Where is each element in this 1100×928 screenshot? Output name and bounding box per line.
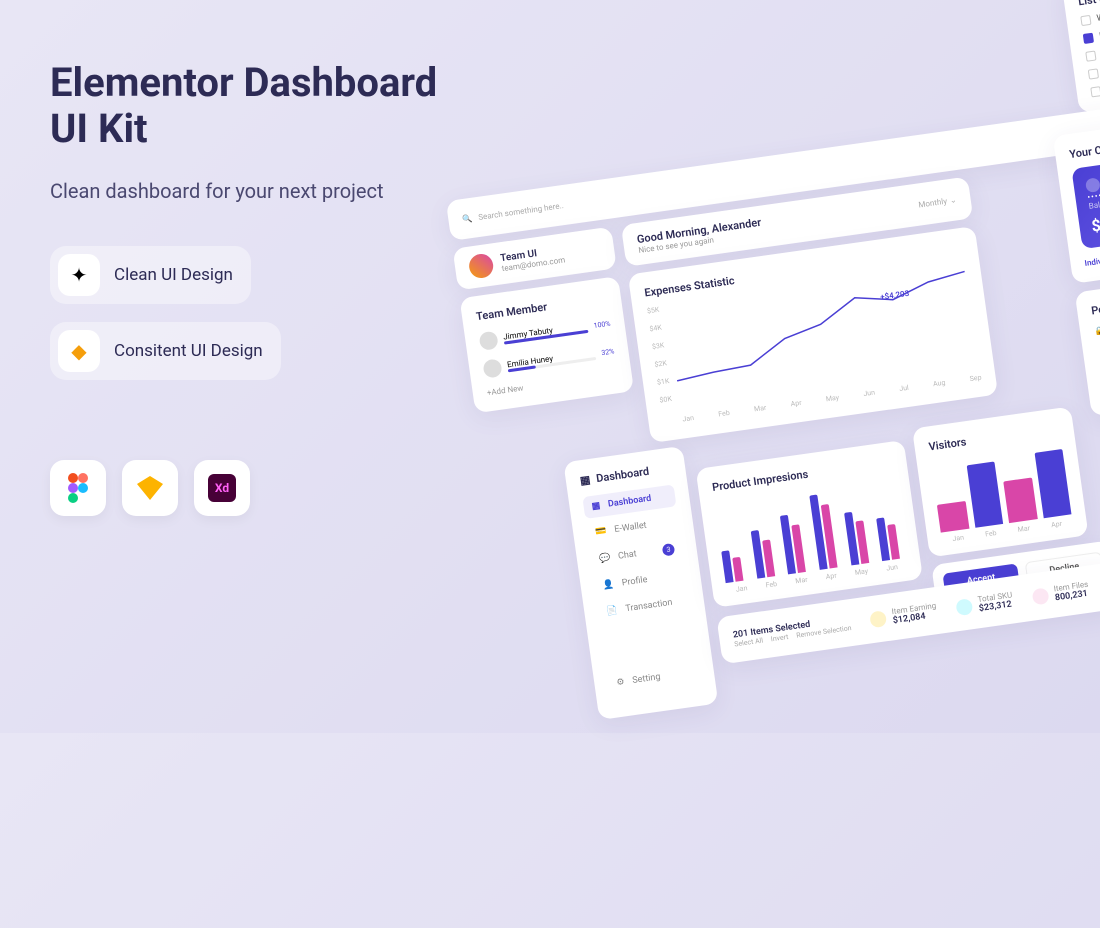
nav-icon: ▦ bbox=[591, 501, 601, 512]
lock-icon: 🔒 bbox=[1094, 326, 1100, 345]
period-filter[interactable]: Monthly⌄ bbox=[918, 195, 957, 209]
feature-clean: ✦ Clean UI Design bbox=[50, 246, 251, 304]
invert-link[interactable]: Invert bbox=[770, 632, 789, 642]
checkbox-icon[interactable] bbox=[1080, 15, 1091, 26]
figma-icon bbox=[50, 460, 106, 516]
nav-icon: 👤 bbox=[602, 580, 615, 591]
sidebar: ▦Dashboard ▦Dashboard💳E-Wallet💬Chat3👤Pro… bbox=[563, 446, 718, 720]
stat-earning: Item Earning$12,084 bbox=[869, 601, 938, 629]
layers-icon: ◆ bbox=[58, 330, 100, 372]
box-icon bbox=[955, 598, 973, 616]
nav-icon: 💬 bbox=[598, 553, 611, 564]
your-card-panel: Your Card •••• •••• •••• •••• Balance $2… bbox=[1053, 114, 1100, 284]
stat-files: Item Files800,231 bbox=[1031, 580, 1090, 607]
sparkle-icon: ✦ bbox=[58, 254, 100, 296]
dollar-icon bbox=[869, 610, 887, 628]
checkbox-icon[interactable] bbox=[1088, 68, 1099, 79]
popular-items-panel: Populer Items 🔒Best OffCheck th🔒InvoiceW… bbox=[1075, 270, 1100, 416]
logo-icon: ▦ bbox=[579, 473, 591, 487]
sidebar-item-setting[interactable]: ⚙Setting bbox=[607, 661, 701, 696]
nav-icon: 💳 bbox=[595, 526, 608, 537]
checkbox-icon[interactable] bbox=[1085, 51, 1096, 62]
search-input[interactable]: 🔍 Search something here.. bbox=[462, 201, 564, 224]
checkbox-icon[interactable] bbox=[1090, 86, 1100, 97]
chevron-down-icon: ⌄ bbox=[949, 195, 957, 205]
nav-icon: 📄 bbox=[606, 605, 619, 616]
folder-icon bbox=[1032, 587, 1050, 605]
stat-sku: Total SKU$23,312 bbox=[955, 590, 1014, 617]
xd-icon: Xd bbox=[194, 460, 250, 516]
team-member-panel: Team Member Jimmy Tabuty100%Emilia Huney… bbox=[459, 276, 634, 413]
tab-individuals[interactable]: Individuals bbox=[1084, 254, 1100, 268]
gear-icon: ⚙ bbox=[616, 677, 625, 688]
feature-consistent: ◆ Consitent UI Design bbox=[50, 322, 281, 380]
sketch-icon bbox=[122, 460, 178, 516]
search-icon: 🔍 bbox=[462, 213, 473, 223]
list-product-panel: List Product WebsiteMobile ApDashboaSoft… bbox=[1062, 0, 1100, 113]
impressions-chart: Product Impresions JanFebMarAprMayJun bbox=[696, 440, 923, 608]
checkbox-icon[interactable] bbox=[1083, 33, 1094, 44]
visitors-chart: Visitors JanFebMarApr bbox=[912, 406, 1089, 557]
credit-card[interactable]: •••• •••• •••• •••• Balance $2,432,864 bbox=[1071, 151, 1100, 250]
